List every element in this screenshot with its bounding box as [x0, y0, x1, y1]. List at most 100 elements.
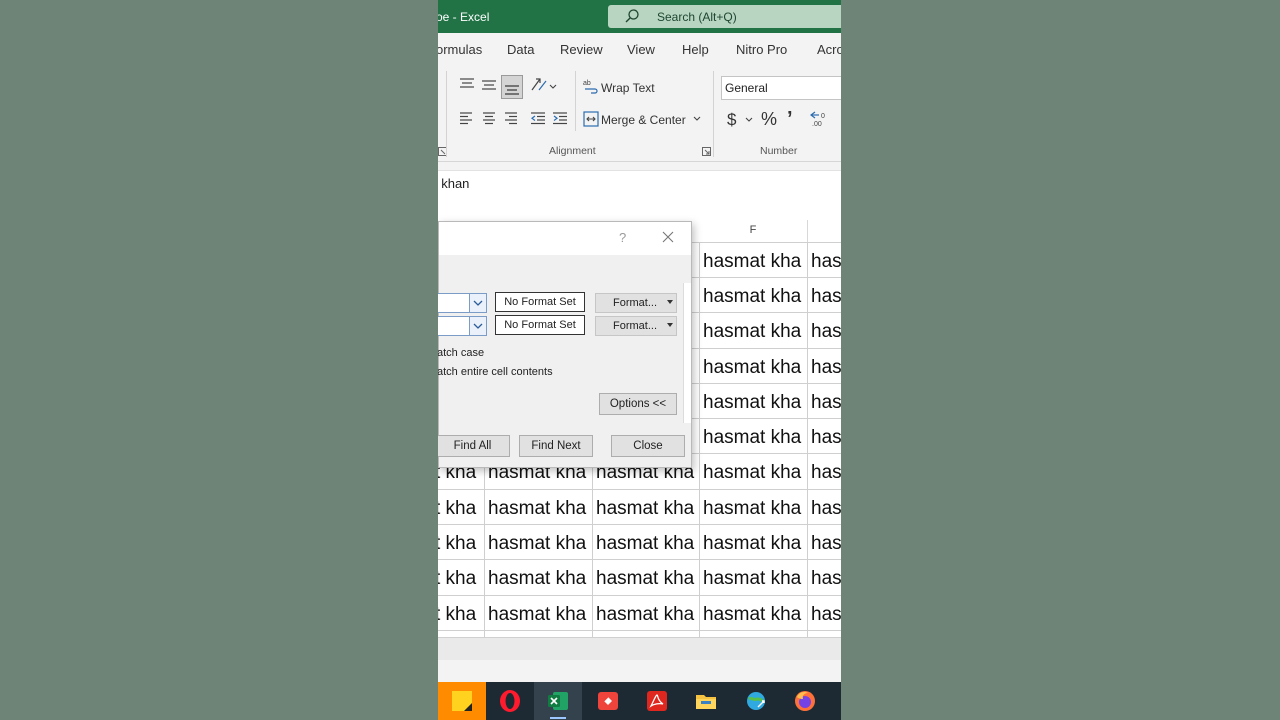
cell-d9[interactable]: hasmat kha: [485, 525, 592, 559]
comma-style-button[interactable]: ’: [787, 108, 793, 131]
tab-acrobat[interactable]: Acro: [817, 42, 841, 57]
wrap-text-button[interactable]: Wrap Text: [601, 81, 655, 95]
find-all-button[interactable]: Find All: [438, 435, 510, 457]
tab-view[interactable]: View: [627, 42, 655, 57]
align-middle-icon[interactable]: [481, 78, 497, 92]
cell-g6[interactable]: has: [808, 419, 841, 453]
taskbar-sticky-notes[interactable]: [438, 682, 486, 720]
currency-format-button[interactable]: $: [727, 110, 736, 130]
cell-f8[interactable]: hasmat kha: [700, 490, 807, 524]
taskbar-network-app[interactable]: [732, 682, 780, 720]
cell-f3[interactable]: hasmat kha: [700, 313, 807, 347]
ribbon-separator: [713, 71, 714, 157]
merge-center-icon: [583, 111, 599, 127]
tab-help[interactable]: Help: [682, 42, 709, 57]
cell-c10[interactable]: t kha: [438, 560, 484, 594]
cell-e9[interactable]: hasmat kha: [593, 525, 699, 559]
tab-data[interactable]: Data: [507, 42, 534, 57]
cell-g5[interactable]: has: [808, 384, 841, 418]
search-box[interactable]: Search (Alt+Q): [608, 5, 841, 28]
align-center-icon[interactable]: [482, 111, 496, 125]
cell-text: hasmat kha: [703, 462, 802, 483]
close-icon[interactable]: [661, 230, 675, 244]
find-dropdown-button[interactable]: [469, 294, 486, 312]
cell-f1[interactable]: hasmat kha: [700, 243, 807, 277]
replace-format-button[interactable]: Format...: [595, 316, 677, 336]
cell-f6[interactable]: hasmat kha: [700, 419, 807, 453]
align-top-icon[interactable]: [459, 77, 475, 91]
align-right-icon[interactable]: [504, 111, 518, 125]
cell-g8[interactable]: has: [808, 490, 841, 524]
align-bottom-button[interactable]: [501, 75, 523, 99]
cell-g4[interactable]: has: [808, 349, 841, 383]
title-bar: oe - Excel Search (Alt+Q): [438, 0, 841, 33]
increase-indent-icon[interactable]: [552, 111, 568, 125]
replace-with-combo[interactable]: [438, 316, 487, 336]
replace-dropdown-button[interactable]: [469, 317, 486, 335]
cell-text: hasmat kha: [703, 286, 802, 307]
cell-d8[interactable]: hasmat kha: [485, 490, 592, 524]
merge-dropdown-chevron-icon[interactable]: [693, 116, 701, 122]
cell-c11[interactable]: t kha: [438, 596, 484, 630]
taskbar-excel[interactable]: [534, 682, 582, 720]
match-entire-cell-checkbox[interactable]: atch entire cell contents: [438, 366, 553, 378]
tab-formulas[interactable]: ormulas: [438, 42, 482, 57]
cell-c8[interactable]: t kha: [438, 490, 484, 524]
svg-text:ab: ab: [583, 80, 591, 87]
cell-d10[interactable]: hasmat kha: [485, 560, 592, 594]
cell-g10[interactable]: has: [808, 560, 841, 594]
taskbar-file-explorer[interactable]: [682, 682, 730, 720]
cell-g11[interactable]: has: [808, 596, 841, 630]
cell-f4[interactable]: hasmat kha: [700, 349, 807, 383]
taskbar-firefox[interactable]: [781, 682, 829, 720]
dialog-title-bar[interactable]: ?: [439, 222, 691, 255]
cell-text: hasmat kha: [488, 568, 587, 589]
column-header-g[interactable]: [807, 220, 841, 242]
formula-bar[interactable]: t khan: [438, 170, 841, 213]
merge-center-button[interactable]: Merge & Center: [601, 113, 686, 127]
taskbar-opera[interactable]: [486, 682, 534, 720]
cell-text: hasmat kha: [488, 498, 587, 519]
number-format-select[interactable]: General: [721, 76, 841, 100]
close-button[interactable]: Close: [611, 435, 685, 457]
cell-e11[interactable]: hasmat kha: [593, 596, 699, 630]
find-format-button[interactable]: Format...: [595, 293, 677, 313]
find-format-preview: No Format Set: [495, 292, 585, 312]
cell-c9[interactable]: t kha: [438, 525, 484, 559]
cell-e8[interactable]: hasmat kha: [593, 490, 699, 524]
currency-dropdown-chevron-icon[interactable]: [745, 117, 753, 123]
percent-style-button[interactable]: %: [761, 109, 777, 130]
alignment-dialog-launcher-icon[interactable]: [702, 147, 711, 156]
cell-f11[interactable]: hasmat kha: [700, 596, 807, 630]
column-header-f[interactable]: F: [699, 220, 808, 242]
find-next-button[interactable]: Find Next: [519, 435, 593, 457]
tab-nitro-pro[interactable]: Nitro Pro: [736, 42, 787, 57]
cell-g2[interactable]: has: [808, 278, 841, 312]
cell-f9[interactable]: hasmat kha: [700, 525, 807, 559]
cell-g9[interactable]: has: [808, 525, 841, 559]
cell-e10[interactable]: hasmat kha: [593, 560, 699, 594]
match-case-checkbox[interactable]: atch case: [438, 347, 484, 359]
cell-f7[interactable]: hasmat kha: [700, 454, 807, 488]
dialog-help-button[interactable]: ?: [619, 230, 626, 245]
cell-g1[interactable]: has: [808, 243, 841, 277]
decrease-indent-icon[interactable]: [530, 111, 546, 125]
orientation-icon[interactable]: [530, 76, 558, 94]
taskbar-anydesk[interactable]: [584, 682, 632, 720]
taskbar-acrobat[interactable]: [633, 682, 681, 720]
cell-f5[interactable]: hasmat kha: [700, 384, 807, 418]
cell-d11[interactable]: hasmat kha: [485, 596, 592, 630]
sticky-notes-icon: [452, 691, 472, 711]
sheet-tabs-bar: [438, 637, 841, 660]
cell-f2[interactable]: hasmat kha: [700, 278, 807, 312]
cell-g7[interactable]: has: [808, 454, 841, 488]
options-button[interactable]: Options <<: [599, 393, 677, 415]
wrap-text-icon: ab: [583, 80, 598, 94]
ribbon-separator: [575, 71, 576, 131]
decrease-decimal-icon[interactable]: .000: [809, 109, 831, 127]
cell-g3[interactable]: has: [808, 313, 841, 347]
cell-f10[interactable]: hasmat kha: [700, 560, 807, 594]
tab-review[interactable]: Review: [560, 42, 603, 57]
align-left-icon[interactable]: [459, 111, 473, 125]
find-what-combo[interactable]: [438, 293, 487, 313]
